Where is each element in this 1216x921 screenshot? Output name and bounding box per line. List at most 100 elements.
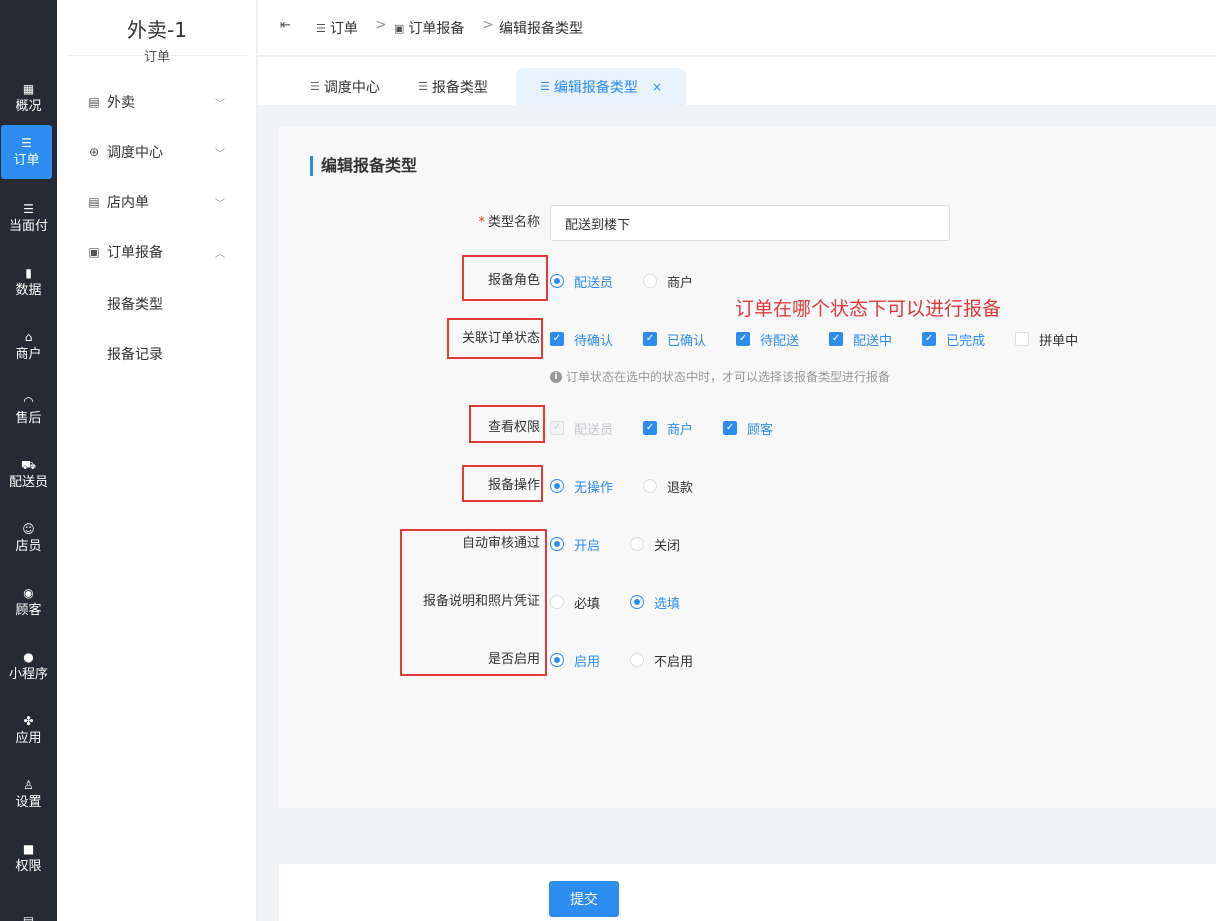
checkbox-checked-icon: ✓ bbox=[643, 332, 658, 346]
field-report-operation: 报备操作 无操作 退款 bbox=[279, 468, 1216, 504]
menu-item-report-records[interactable]: 报备记录 bbox=[107, 344, 163, 364]
rail-item-data[interactable]: ▮ 数据 bbox=[0, 254, 57, 310]
list-icon: ☰ bbox=[21, 136, 32, 150]
document-icon: ▤ bbox=[88, 95, 100, 109]
breadcrumb-current: 编辑报备类型 bbox=[499, 21, 583, 37]
radio-unchecked-icon bbox=[630, 537, 645, 551]
report-icon: ▣ bbox=[394, 21, 405, 35]
checkbox-checked-icon: ✓ bbox=[736, 332, 751, 346]
customer-icon: ◉ bbox=[23, 586, 34, 600]
rail-item-mini-program[interactable]: ● 小程序 bbox=[0, 638, 57, 694]
collapse-sidebar-icon[interactable]: ⇤ bbox=[280, 18, 291, 33]
menu-group-dine-in[interactable]: ▤ 店内单 ﹀ bbox=[57, 187, 257, 217]
status-option-group-order[interactable]: 拼单中 bbox=[1015, 330, 1078, 349]
note-photo-option-optional[interactable]: 选填 bbox=[630, 593, 680, 612]
rail-item-staff[interactable]: ☺ 店员 bbox=[0, 510, 57, 566]
type-name-input[interactable] bbox=[550, 205, 950, 241]
breadcrumb-separator: > bbox=[482, 17, 494, 33]
document-icon: ▤ bbox=[88, 195, 100, 209]
list-icon: ☰ bbox=[540, 80, 550, 93]
rail-item-after-sales[interactable]: ◠ 售后 bbox=[0, 382, 57, 438]
apps-icon: ✤ bbox=[23, 714, 34, 728]
annotation-note: 订单在哪个状态下可以进行报备 bbox=[735, 298, 1002, 320]
section-title: 编辑报备类型 bbox=[310, 156, 417, 176]
rail-item-customer[interactable]: ◉ 顾客 bbox=[0, 574, 57, 630]
list-icon: ☰ bbox=[310, 80, 320, 93]
rail-item-settings[interactable]: ♙ 设置 bbox=[0, 766, 57, 822]
store-icon: ⌂ bbox=[24, 330, 33, 344]
breadcrumb-orders[interactable]: ☰ 订单 bbox=[316, 18, 358, 38]
type-name-label: * 类型名称 bbox=[478, 215, 540, 230]
bar-chart-icon: ▮ bbox=[25, 266, 32, 280]
role-option-courier[interactable]: 配送员 bbox=[550, 272, 613, 291]
close-icon[interactable]: × bbox=[652, 80, 662, 94]
tab-report-types[interactable]: ☰ 报备类型 bbox=[418, 68, 488, 105]
radio-checked-icon bbox=[550, 537, 564, 551]
auto-approve-option-off[interactable]: 关闭 bbox=[630, 535, 680, 554]
location-icon: ⊕ bbox=[88, 145, 100, 159]
list-icon: ☰ bbox=[418, 80, 428, 93]
rail-item-merchant[interactable]: ⌂ 商户 bbox=[0, 318, 57, 374]
permission-option-customer[interactable]: ✓ 顾客 bbox=[723, 419, 773, 438]
enabled-option-on[interactable]: 启用 bbox=[550, 651, 600, 670]
status-option-delivering[interactable]: ✓ 配送中 bbox=[829, 330, 892, 349]
settings-user-icon: ♙ bbox=[23, 778, 34, 792]
list-icon: ☰ bbox=[23, 202, 34, 216]
chevron-down-icon: ﹀ bbox=[215, 98, 225, 110]
submit-button[interactable]: 提交 bbox=[549, 881, 619, 917]
status-option-pending-confirm[interactable]: ✓ 待确认 bbox=[550, 330, 613, 349]
auto-approve-option-on[interactable]: 开启 bbox=[550, 535, 600, 554]
status-option-completed[interactable]: ✓ 已完成 bbox=[922, 330, 985, 349]
rail-item-overview[interactable]: ▦ 概况 bbox=[0, 70, 57, 126]
breadcrumb-separator: > bbox=[375, 17, 387, 33]
main-nav-rail: ▦ 概况 ☰ 订单 ☰ 当面付 ▮ 数据 ⌂ 商户 ◠ 售后 ⛟ 配送员 ☺ 店… bbox=[0, 0, 57, 921]
operation-option-refund[interactable]: 退款 bbox=[643, 477, 693, 496]
rail-item-pay-in-person[interactable]: ☰ 当面付 bbox=[0, 190, 57, 246]
status-option-pending-delivery[interactable]: ✓ 待配送 bbox=[736, 330, 799, 349]
radio-checked-icon bbox=[550, 274, 564, 288]
menu-group-order-report[interactable]: ▣ 订单报备 ︿ bbox=[57, 237, 257, 267]
checkbox-checked-icon: ✓ bbox=[829, 332, 844, 346]
radio-checked-icon bbox=[550, 479, 564, 493]
checkbox-checked-icon: ✓ bbox=[550, 332, 564, 346]
rail-item-apps[interactable]: ✤ 应用 bbox=[0, 702, 57, 758]
rail-item-reports[interactable]: ▤ bbox=[0, 893, 57, 921]
checkbox-unchecked-icon bbox=[1015, 332, 1030, 346]
rail-item-orders[interactable]: ☰ 订单 bbox=[1, 125, 52, 179]
role-option-merchant[interactable]: 商户 bbox=[643, 272, 693, 291]
top-header: ⇤ ☰ 订单 > ▣ 订单报备 > 编辑报备类型 bbox=[258, 0, 1216, 56]
breadcrumb-order-report[interactable]: ▣ 订单报备 bbox=[394, 18, 464, 38]
list-icon: ☰ bbox=[316, 21, 326, 35]
menu-group-takeout[interactable]: ▤ 外卖 ﹀ bbox=[57, 87, 257, 117]
form-card: 编辑报备类型 *类型名称 报备角色 配送员 商户 关联订单状态 ✓待确认 ✓已确… bbox=[279, 127, 1216, 808]
sub-sidebar: 外卖-1 订单 ▤ 外卖 ﹀ ⊕ 调度中心 ﹀ ▤ 店内单 ﹀ ▣ 订单报备 ︿… bbox=[57, 0, 257, 921]
rail-item-courier[interactable]: ⛟ 配送员 bbox=[0, 446, 57, 502]
tab-dispatch-center[interactable]: ☰ 调度中心 bbox=[310, 68, 380, 105]
delivery-scooter-icon: ⛟ bbox=[20, 458, 37, 472]
status-option-confirmed[interactable]: ✓ 已确认 bbox=[643, 330, 706, 349]
note-photo-option-required[interactable]: 必填 bbox=[550, 593, 600, 612]
enabled-option-off[interactable]: 不启用 bbox=[630, 651, 693, 670]
checkbox-checked-icon: ✓ bbox=[922, 332, 937, 346]
form-footer: 提交 bbox=[279, 864, 1216, 921]
store-name: 外卖-1 bbox=[127, 18, 187, 42]
annotation-box-other-settings bbox=[400, 529, 547, 676]
radio-checked-icon bbox=[550, 653, 564, 667]
operation-option-none[interactable]: 无操作 bbox=[550, 477, 613, 496]
rail-item-permissions[interactable]: ■ 权限 bbox=[0, 830, 57, 886]
checkbox-checked-icon: ✓ bbox=[643, 421, 658, 435]
report-icon: ▤ bbox=[22, 914, 35, 921]
menu-group-dispatch[interactable]: ⊕ 调度中心 ﹀ bbox=[57, 137, 257, 167]
chevron-down-icon: ﹀ bbox=[215, 198, 225, 210]
field-view-permission: 查看权限 ✓ 配送员 ✓ 商户 ✓ 顾客 bbox=[279, 410, 1216, 446]
menu-item-report-types[interactable]: 报备类型 bbox=[107, 294, 163, 314]
field-order-status: 关联订单状态 ✓ 待确认 ✓ 已确认 ✓ 待配送 ✓ 配送中 ✓ 已完成 拼单中 bbox=[279, 321, 1216, 357]
tab-edit-report-type[interactable]: ☰ 编辑报备类型 × bbox=[516, 68, 686, 105]
headset-icon: ◠ bbox=[23, 394, 34, 408]
checkbox-checked-icon: ✓ bbox=[723, 421, 738, 435]
dashboard-icon: ▦ bbox=[22, 82, 35, 96]
permission-option-merchant[interactable]: ✓ 商户 bbox=[643, 419, 693, 438]
radio-unchecked-icon bbox=[630, 653, 645, 667]
lock-icon: ■ bbox=[22, 842, 35, 856]
annotation-box-permission bbox=[469, 405, 545, 443]
